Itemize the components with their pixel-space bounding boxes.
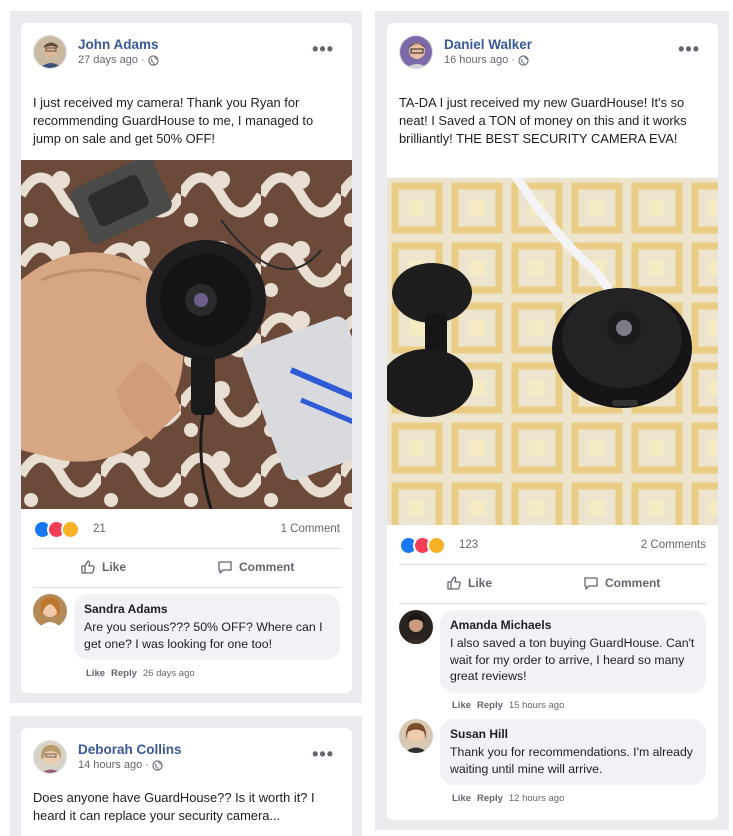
like-label: Like bbox=[102, 560, 127, 574]
globe-icon bbox=[518, 54, 529, 66]
divider bbox=[399, 603, 706, 604]
post-time[interactable]: 16 hours ago · bbox=[444, 54, 515, 66]
comment-count[interactable]: 2 Comments bbox=[641, 539, 706, 551]
post-author[interactable]: Daniel Walker bbox=[444, 37, 532, 52]
comment-author[interactable]: Amanda Michaels bbox=[450, 618, 696, 632]
post-card: Deborah Collins 14 hours ago · ••• Does … bbox=[21, 728, 352, 836]
post-author[interactable]: Deborah Collins bbox=[78, 742, 182, 757]
comment-actions: Like Reply 12 hours ago bbox=[452, 793, 564, 804]
avatar[interactable] bbox=[399, 719, 433, 753]
thumbs-up-icon bbox=[447, 576, 461, 590]
post-meta: 14 hours ago · bbox=[78, 759, 163, 771]
post-photo[interactable] bbox=[21, 160, 352, 509]
divider bbox=[33, 587, 340, 588]
comment-bubble: Sandra Adams Are you serious??? 50% OFF?… bbox=[74, 594, 340, 660]
more-options-icon[interactable]: ••• bbox=[312, 39, 334, 60]
post-text: TA-DA I just received my new GuardHouse!… bbox=[399, 95, 687, 146]
comment: Amanda Michaels I also saved a ton buyin… bbox=[399, 610, 706, 714]
post-time[interactable]: 27 days ago · bbox=[78, 54, 145, 66]
comment-reply-link[interactable]: Reply bbox=[477, 700, 503, 711]
reaction-count[interactable]: 123 bbox=[459, 539, 478, 551]
post-text: I just received my camera! Thank you Rya… bbox=[33, 95, 314, 146]
comment-button[interactable]: Comment bbox=[217, 559, 294, 575]
post-card: John Adams 27 days ago · ••• I just rece… bbox=[21, 23, 352, 693]
reaction-count[interactable]: 21 bbox=[93, 523, 106, 535]
comment-time[interactable]: 26 days ago bbox=[143, 668, 195, 679]
haha-reaction-icon bbox=[427, 536, 446, 555]
avatar[interactable] bbox=[33, 594, 67, 628]
reaction-icons bbox=[33, 520, 80, 539]
feed-column-right: Daniel Walker 16 hours ago · ••• TA-DA I… bbox=[375, 11, 729, 830]
post-card: Daniel Walker 16 hours ago · ••• TA-DA I… bbox=[387, 23, 718, 820]
comment-time[interactable]: 12 hours ago bbox=[509, 793, 564, 804]
comment-like-link[interactable]: Like bbox=[452, 700, 471, 711]
comment-reply-link[interactable]: Reply bbox=[111, 668, 137, 679]
comment-author[interactable]: Sandra Adams bbox=[84, 602, 330, 616]
like-button[interactable]: Like bbox=[80, 559, 126, 575]
avatar[interactable] bbox=[33, 35, 67, 69]
like-button[interactable]: Like bbox=[446, 575, 492, 591]
comment-time[interactable]: 15 hours ago bbox=[509, 700, 564, 711]
feed-column-left-lower: Deborah Collins 14 hours ago · ••• Does … bbox=[10, 716, 362, 836]
post-meta: 16 hours ago · bbox=[444, 54, 529, 66]
post-time[interactable]: 14 hours ago · bbox=[78, 759, 149, 771]
speech-bubble-icon bbox=[218, 561, 232, 574]
reaction-icons bbox=[399, 536, 446, 555]
comment-author[interactable]: Susan Hill bbox=[450, 727, 696, 741]
comment-label: Comment bbox=[239, 560, 295, 574]
comment: Susan Hill Thank you for recommendations… bbox=[399, 719, 706, 809]
more-options-icon[interactable]: ••• bbox=[312, 744, 334, 765]
comment-text: Thank you for recommendations. I'm alrea… bbox=[450, 745, 693, 776]
globe-icon bbox=[152, 759, 163, 771]
comment-actions: Like Reply 26 days ago bbox=[86, 668, 195, 679]
globe-icon bbox=[148, 54, 159, 66]
comment-like-link[interactable]: Like bbox=[86, 668, 105, 679]
avatar[interactable] bbox=[399, 610, 433, 644]
comment-bubble: Amanda Michaels I also saved a ton buyin… bbox=[440, 610, 706, 693]
like-label: Like bbox=[468, 576, 493, 590]
post-header: Deborah Collins 14 hours ago · ••• bbox=[21, 728, 352, 788]
comment-label: Comment bbox=[605, 576, 661, 590]
comment: Sandra Adams Are you serious??? 50% OFF?… bbox=[33, 594, 340, 684]
haha-reaction-icon bbox=[61, 520, 80, 539]
reactions-bar[interactable]: 21 1 Comment bbox=[33, 520, 340, 542]
comment-like-link[interactable]: Like bbox=[452, 793, 471, 804]
comment-reply-link[interactable]: Reply bbox=[477, 793, 503, 804]
avatar[interactable] bbox=[399, 35, 433, 69]
comment-bubble: Susan Hill Thank you for recommendations… bbox=[440, 719, 706, 785]
thumbs-up-icon bbox=[81, 560, 95, 574]
comment-text: Are you serious??? 50% OFF? Where can I … bbox=[84, 620, 323, 651]
post-meta: 27 days ago · bbox=[78, 54, 159, 66]
comment-count[interactable]: 1 Comment bbox=[281, 523, 340, 535]
feed-column-left: John Adams 27 days ago · ••• I just rece… bbox=[10, 11, 362, 703]
post-header: Daniel Walker 16 hours ago · ••• bbox=[387, 23, 718, 83]
more-options-icon[interactable]: ••• bbox=[678, 39, 700, 60]
post-photo[interactable] bbox=[387, 178, 718, 525]
reactions-bar[interactable]: 123 2 Comments bbox=[399, 536, 706, 558]
divider bbox=[399, 564, 706, 565]
comment-text: I also saved a ton buying GuardHouse. Ca… bbox=[450, 636, 695, 683]
post-header: John Adams 27 days ago · ••• bbox=[21, 23, 352, 83]
avatar[interactable] bbox=[33, 740, 67, 774]
post-author[interactable]: John Adams bbox=[78, 37, 159, 52]
comment-actions: Like Reply 15 hours ago bbox=[452, 700, 564, 711]
comment-button[interactable]: Comment bbox=[583, 575, 660, 591]
divider bbox=[33, 548, 340, 549]
speech-bubble-icon bbox=[584, 577, 598, 590]
post-text: Does anyone have GuardHouse?? Is it wort… bbox=[33, 790, 315, 823]
